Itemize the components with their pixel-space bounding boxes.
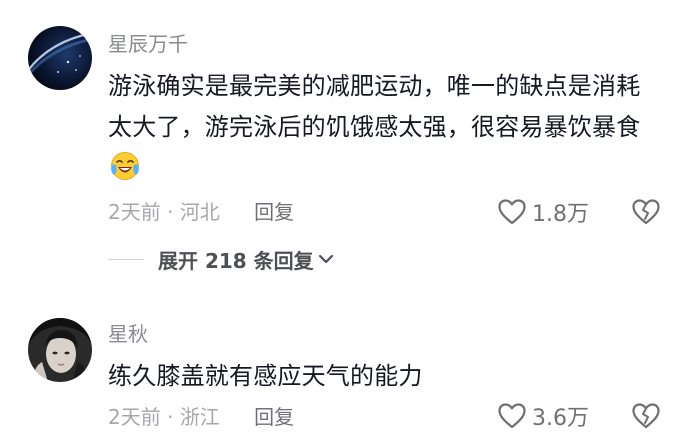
reply-button[interactable]: 回复	[254, 200, 294, 224]
avatar-portrait-image	[28, 318, 92, 382]
broken-heart-outline-icon[interactable]	[632, 402, 660, 430]
avatar[interactable]	[28, 26, 92, 90]
meta-separator: ·	[167, 200, 174, 224]
like-count: 3.6万	[532, 406, 589, 431]
avatar-earth-image	[28, 26, 92, 90]
comment-username[interactable]: 星辰万千	[108, 32, 188, 56]
crying-laughing-emoji-icon	[111, 152, 139, 180]
comment-meta: 2天前 · 河北 回复	[108, 200, 294, 224]
comment-meta: 2天前 · 浙江 回复	[108, 405, 294, 429]
comment-username[interactable]: 星秋	[108, 322, 148, 346]
heart-outline-icon	[498, 403, 526, 429]
divider	[108, 258, 144, 260]
like-button[interactable]: 3.6万	[498, 402, 589, 431]
comment-text-content: 练久膝盖就有感应天气的能力	[108, 362, 423, 390]
comment-time: 2天前	[108, 405, 161, 429]
avatar[interactable]	[28, 318, 92, 382]
chevron-down-icon	[318, 254, 333, 264]
like-count: 1.8万	[532, 202, 589, 227]
heart-outline-icon	[498, 199, 526, 225]
comment-location: 浙江	[179, 405, 220, 429]
expand-replies-label: 展开 218 条回复	[158, 248, 314, 273]
comment-text: 游泳确实是最完美的减肥运动，唯一的缺点是消耗太大了，游完泳后的饥饿感太强，很容易…	[108, 66, 663, 189]
comment-location: 河北	[179, 200, 220, 224]
expand-replies-button[interactable]: 展开 218 条回复	[108, 246, 334, 273]
comment-text-content: 游泳确实是最完美的减肥运动，唯一的缺点是消耗太大了，游完泳后的饥饿感太强，很容易…	[108, 72, 641, 141]
broken-heart-outline-icon[interactable]	[632, 198, 660, 226]
like-button[interactable]: 1.8万	[498, 198, 589, 227]
comment-time: 2天前	[108, 200, 161, 224]
comment-text: 练久膝盖就有感应天气的能力	[108, 356, 663, 397]
meta-separator: ·	[167, 405, 174, 429]
reply-button[interactable]: 回复	[254, 405, 294, 429]
